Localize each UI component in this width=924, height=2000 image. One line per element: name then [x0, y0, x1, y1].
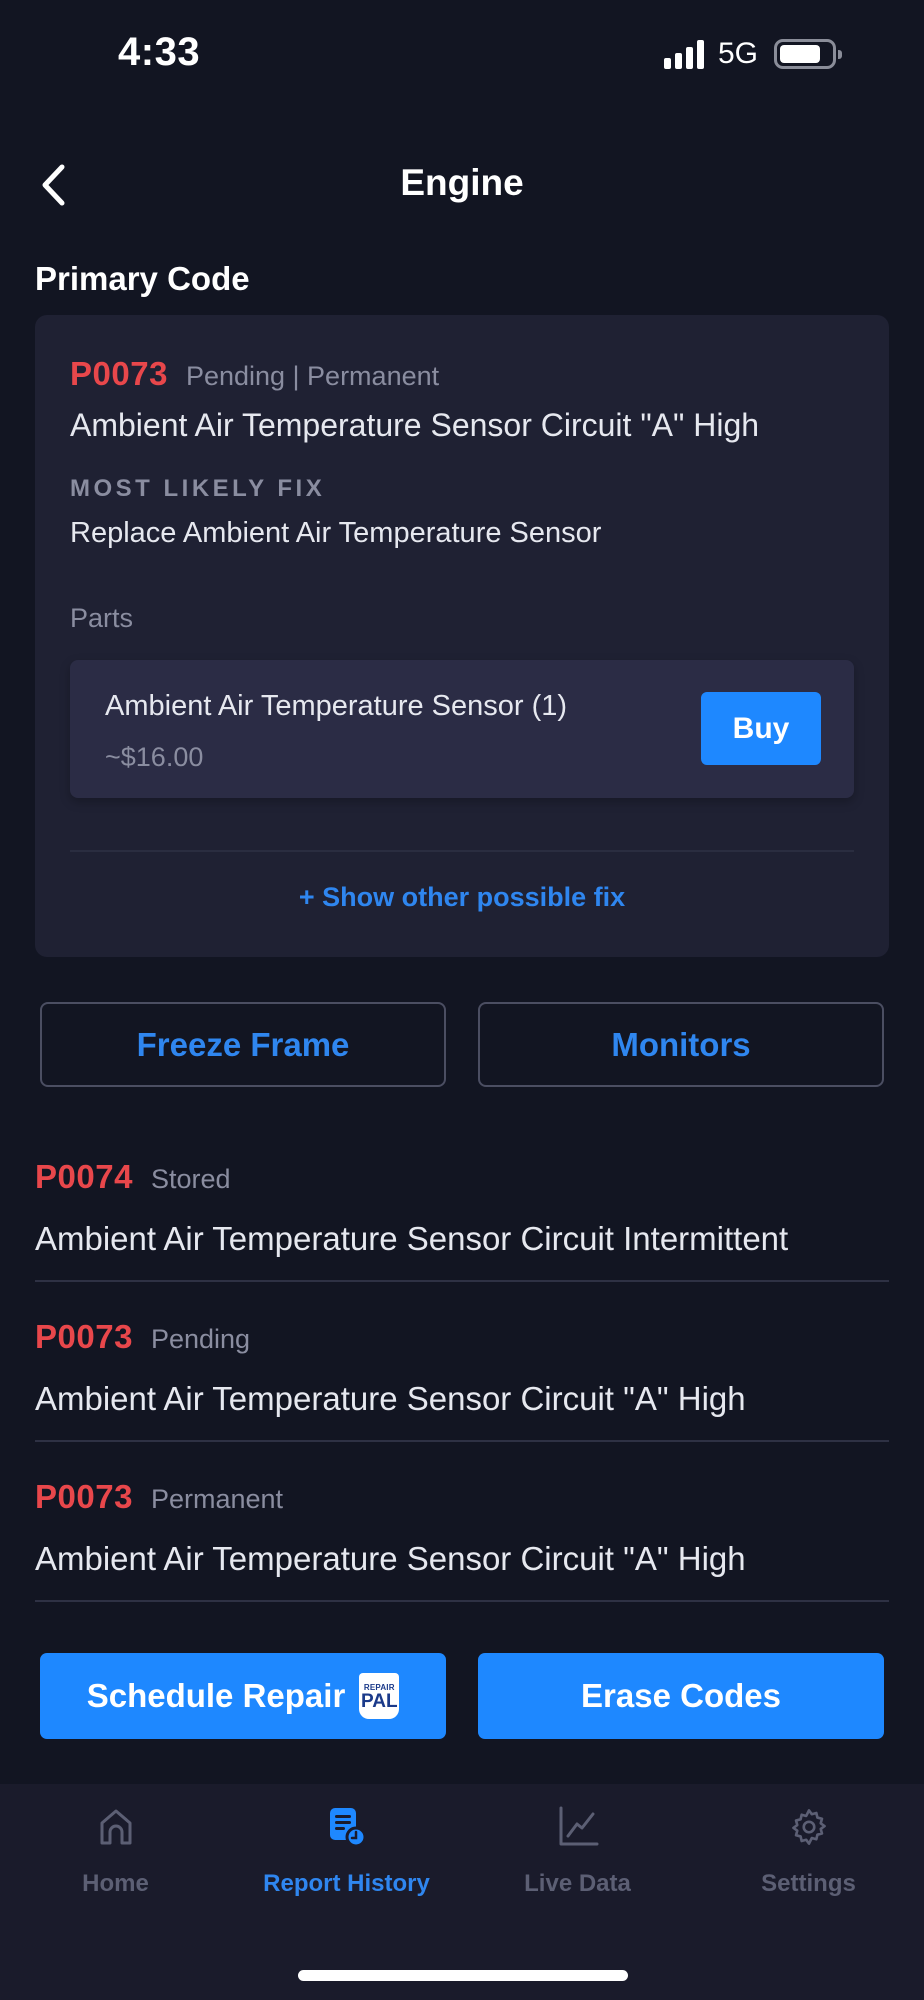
tab-label: Report History — [263, 1870, 430, 1897]
page-title: Engine — [400, 162, 524, 203]
tab-label: Live Data — [524, 1870, 631, 1897]
code-description: Ambient Air Temperature Sensor Circuit I… — [35, 1220, 789, 1257]
erase-codes-button[interactable]: Erase Codes — [478, 1653, 884, 1739]
repairpal-logo-icon: REPAIR PAL — [359, 1673, 400, 1719]
code-list-item[interactable]: P0074 Stored Ambient Air Temperature Sen… — [35, 1158, 889, 1282]
home-icon — [93, 1804, 139, 1850]
most-likely-fix-text: Replace Ambient Air Temperature Sensor — [70, 517, 602, 549]
code-list-item[interactable]: P0073 Permanent Ambient Air Temperature … — [35, 1478, 889, 1602]
divider — [35, 1440, 889, 1442]
battery-level — [780, 45, 821, 63]
code-status: Stored — [150, 1164, 231, 1194]
trouble-code: P0073 — [35, 1478, 133, 1515]
primary-code-line: P0073 Pending | Permanent — [70, 355, 439, 393]
monitors-button[interactable]: Monitors — [478, 1002, 884, 1087]
network-type: 5G — [718, 37, 759, 70]
tab-home[interactable]: Home — [0, 1804, 231, 1914]
divider — [35, 1280, 889, 1282]
trouble-code: P0074 — [35, 1158, 133, 1195]
divider — [70, 850, 854, 852]
status-indicators: 5G — [664, 37, 843, 70]
show-other-fix-link[interactable]: + Show other possible fix — [35, 882, 889, 913]
report-history-icon — [324, 1804, 370, 1850]
buy-button[interactable]: Buy — [701, 692, 821, 765]
freeze-frame-button[interactable]: Freeze Frame — [40, 1002, 446, 1087]
part-card: Ambient Air Temperature Sensor (1) ~$16.… — [70, 660, 854, 798]
tab-report-history[interactable]: Report History — [231, 1804, 462, 1914]
home-indicator[interactable] — [298, 1970, 628, 1981]
code-description: Ambient Air Temperature Sensor Circuit "… — [35, 1380, 746, 1417]
primary-code-card: P0073 Pending | Permanent Ambient Air Te… — [35, 315, 889, 957]
schedule-repair-button[interactable]: Schedule Repair REPAIR PAL — [40, 1653, 446, 1739]
code-line: P0074 Stored — [35, 1158, 231, 1196]
tab-live-data[interactable]: Live Data — [462, 1804, 693, 1914]
trouble-code: P0073 — [35, 1318, 133, 1355]
tab-label: Settings — [761, 1870, 856, 1897]
code-status: Pending | Permanent — [185, 361, 440, 391]
code-line: P0073 Permanent — [35, 1478, 283, 1516]
battery-cap — [838, 50, 843, 59]
code-description: Ambient Air Temperature Sensor Circuit "… — [70, 407, 760, 443]
tab-label: Home — [82, 1870, 149, 1897]
code-status: Pending — [150, 1324, 251, 1354]
tab-settings[interactable]: Settings — [693, 1804, 924, 1914]
repairpal-logo-main: PAL — [361, 1690, 398, 1712]
code-list-item[interactable]: P0073 Pending Ambient Air Temperature Se… — [35, 1318, 889, 1442]
gear-icon — [786, 1804, 832, 1850]
primary-code-heading: Primary Code — [35, 260, 250, 297]
schedule-repair-label: Schedule Repair — [86, 1677, 346, 1714]
navigation-bar: Engine — [0, 150, 924, 220]
part-name: Ambient Air Temperature Sensor (1) — [105, 690, 568, 722]
part-price: ~$16.00 — [105, 742, 204, 772]
chart-line-icon — [555, 1804, 601, 1850]
parts-label: Parts — [70, 603, 134, 633]
battery-icon — [774, 39, 843, 69]
status-bar: 4:33 5G — [0, 0, 924, 110]
trouble-code: P0073 — [70, 355, 168, 392]
status-time: 4:33 — [118, 30, 201, 74]
divider — [35, 1600, 889, 1602]
signal-strength-icon — [664, 39, 704, 69]
code-description: Ambient Air Temperature Sensor Circuit "… — [35, 1540, 746, 1577]
code-line: P0073 Pending — [35, 1318, 250, 1356]
code-status: Permanent — [150, 1484, 284, 1514]
most-likely-fix-label: MOST LIKELY FIX — [70, 475, 326, 502]
tab-bar: Home Report History Live Data Settings — [0, 1784, 924, 2000]
